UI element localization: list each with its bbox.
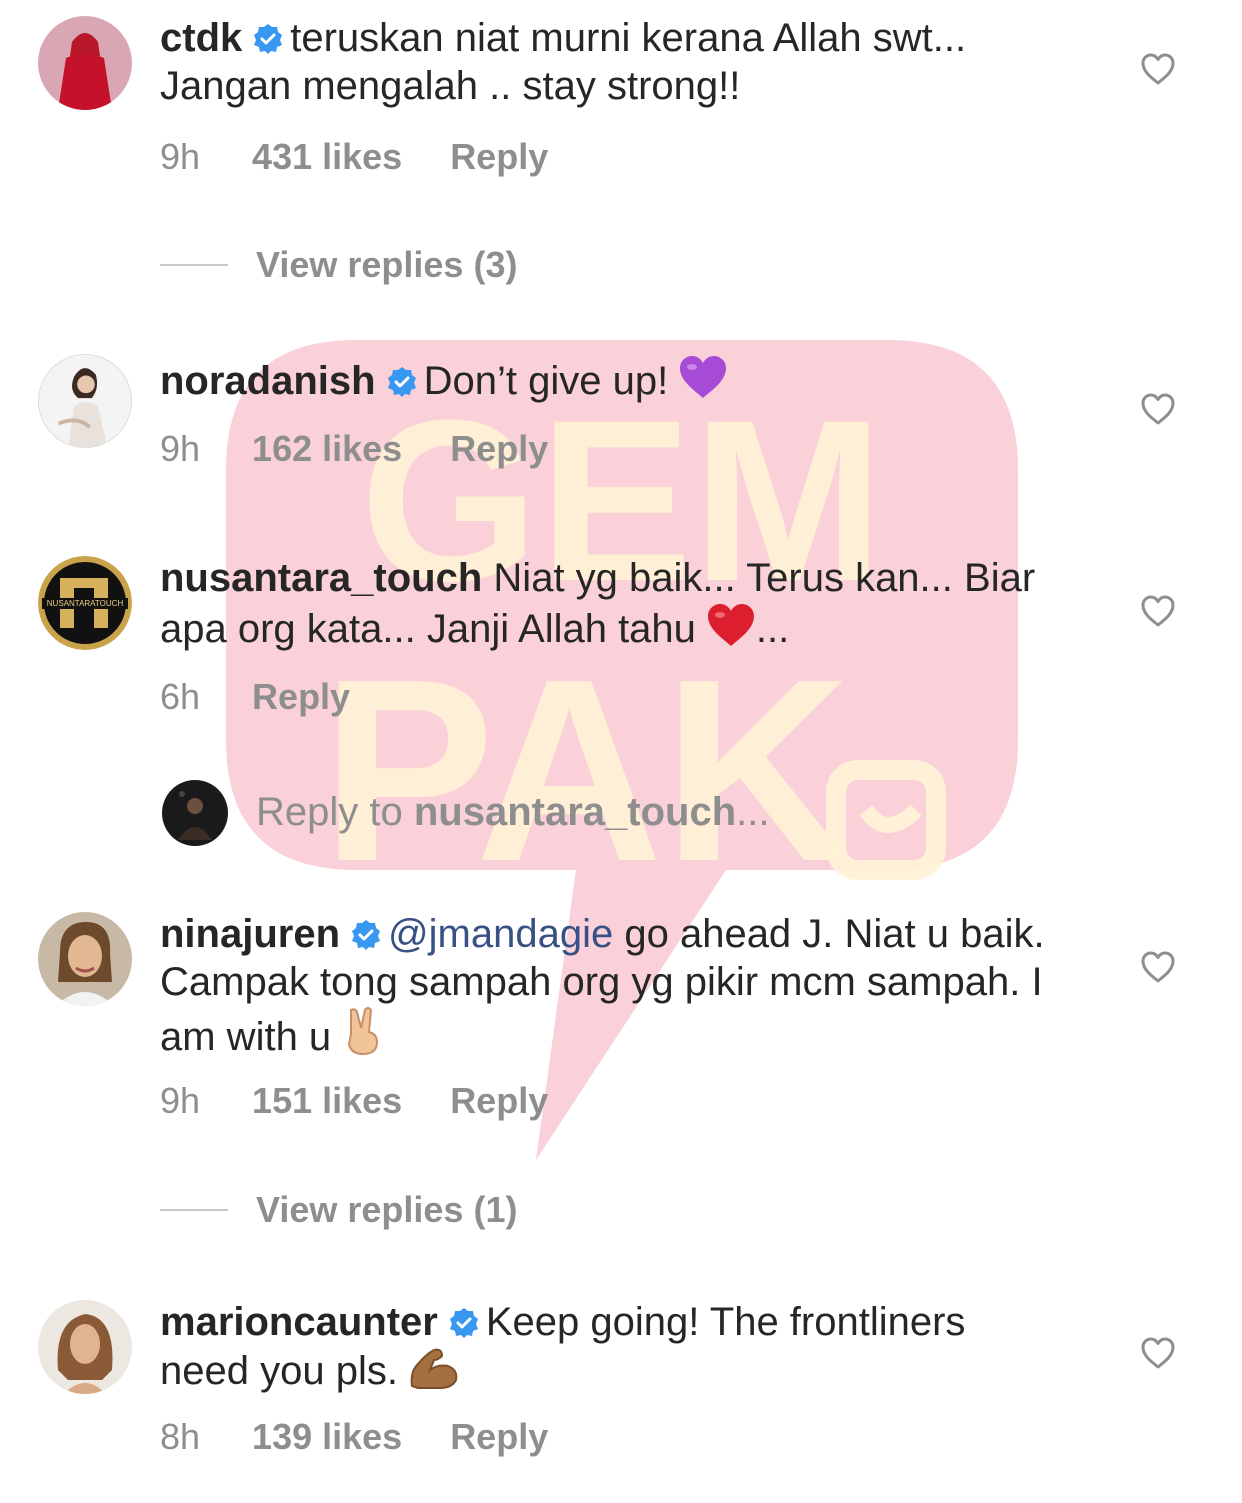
flexed-biceps-emoji (408, 1346, 460, 1390)
purple-heart-emoji (678, 354, 728, 400)
heart-outline-icon[interactable] (1140, 392, 1176, 426)
comment-username[interactable]: nusantara_touch (160, 556, 482, 600)
heart-outline-icon[interactable] (1140, 594, 1176, 628)
comment-username[interactable]: marioncaunter (160, 1300, 438, 1344)
view-replies-label[interactable]: View replies (1) (256, 1189, 517, 1231)
verified-badge-icon (350, 919, 382, 951)
verified-badge-icon (448, 1307, 480, 1339)
verified-badge-icon (252, 23, 284, 55)
watermark-text-bottom: PAK (321, 626, 851, 916)
reply-button[interactable]: Reply (450, 428, 548, 470)
avatar-ninajuren[interactable] (38, 912, 132, 1006)
reply-divider-line (160, 264, 228, 266)
avatar-logo-text: NUSANTARATOUCH (47, 599, 124, 608)
reply-to-prefix: Reply to (256, 790, 414, 834)
comment-username[interactable]: ninajuren (160, 912, 340, 956)
comment-text: Don’t give up! (423, 359, 669, 403)
comment-likes[interactable]: 139 likes (252, 1416, 402, 1458)
comment-time: 9h (160, 428, 201, 469)
reply-button[interactable]: Reply (450, 1416, 548, 1458)
comment-time: 9h (160, 136, 201, 177)
comment-likes[interactable]: 151 likes (252, 1080, 402, 1122)
comment-time: 6h (160, 676, 201, 717)
victory-hand-emoji (341, 1006, 385, 1056)
avatar-noradanish[interactable] (38, 354, 132, 448)
reply-to-username: nusantara_touch (413, 790, 737, 834)
reply-to-suffix: ... (736, 790, 770, 834)
comment-time: 8h (160, 1416, 201, 1457)
avatar-nusantara-touch[interactable]: NUSANTARATOUCH (38, 556, 132, 650)
comment-username[interactable]: noradanish (160, 359, 376, 403)
heart-outline-icon[interactable] (1140, 950, 1176, 984)
reply-to-placeholder[interactable]: Reply to nusantara_touch... (256, 790, 770, 835)
comment-time: 9h (160, 1080, 201, 1121)
heart-outline-icon[interactable] (1140, 1336, 1176, 1370)
reply-divider-line (160, 1209, 228, 1211)
comment-mention-link[interactable]: @jmandagie (388, 912, 613, 956)
reply-button[interactable]: Reply (450, 1080, 548, 1122)
view-replies-label[interactable]: View replies (3) (256, 244, 517, 286)
comment-likes[interactable]: 162 likes (252, 428, 402, 470)
comment-likes[interactable]: 431 likes (252, 136, 402, 178)
reply-button[interactable]: Reply (450, 136, 548, 178)
comment-text-suffix: ... (755, 607, 790, 651)
current-user-avatar (162, 780, 228, 846)
avatar-ctdk[interactable] (38, 16, 132, 110)
avatar-marioncaunter[interactable] (38, 1300, 132, 1394)
verified-badge-icon (386, 366, 418, 398)
red-heart-emoji (706, 602, 756, 648)
heart-outline-icon[interactable] (1140, 52, 1176, 86)
comment-username[interactable]: ctdk (160, 16, 242, 60)
reply-button[interactable]: Reply (252, 676, 350, 718)
